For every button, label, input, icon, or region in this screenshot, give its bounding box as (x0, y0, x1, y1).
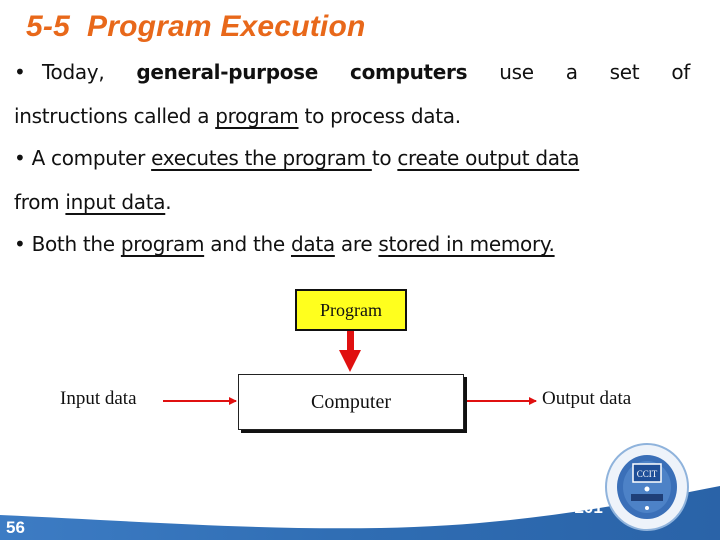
program-label: Program (320, 299, 382, 320)
output-data-label: Output data (542, 388, 632, 409)
program-box: Program (295, 289, 407, 331)
input-data-label: Input data (60, 388, 137, 409)
course-code: CPIT 201 (531, 498, 603, 517)
ccit-university-logo: CCIT (605, 443, 689, 531)
page-number: 56 (6, 518, 25, 537)
logo-text: CCIT (637, 469, 658, 479)
computer-box: Computer (238, 374, 464, 430)
computer-label: Computer (311, 390, 391, 413)
arrow-program-to-computer (339, 331, 361, 372)
